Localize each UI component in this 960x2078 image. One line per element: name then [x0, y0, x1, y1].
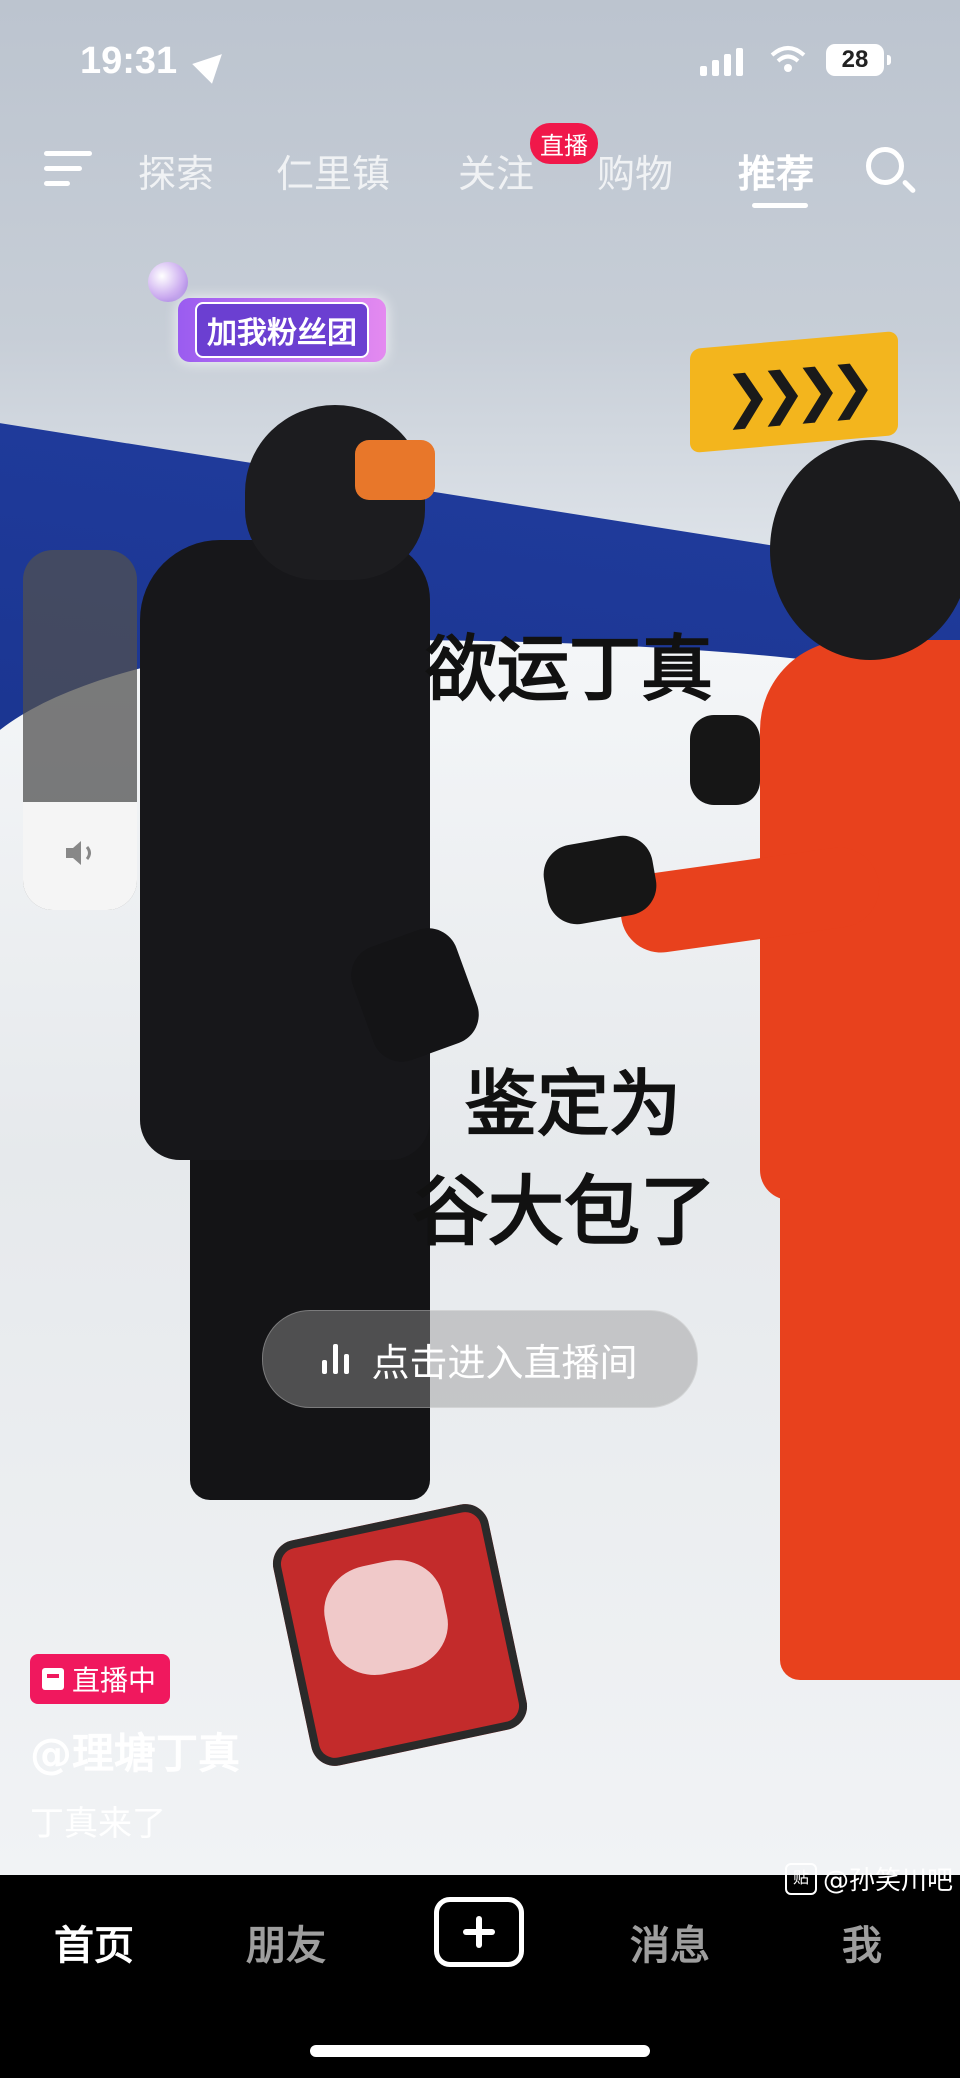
nav-home[interactable]: 首页 — [54, 1913, 134, 1971]
enter-live-label: 点击进入直播间 — [371, 1340, 638, 1385]
person-left-goggles — [355, 440, 435, 500]
nav-me[interactable]: 我 — [842, 1913, 882, 1971]
person-right-legs — [780, 1160, 960, 1680]
active-tab-indicator — [752, 203, 808, 208]
tab-following[interactable]: 关注 — [458, 143, 534, 198]
battery-icon: 28 — [826, 44, 891, 76]
video-caption: 丁真来了 — [30, 1804, 166, 1844]
video-player[interactable]: ❯❯❯❯ 加我粉丝团 欲运丁真 鉴定为 谷大包了 点击进入直播间 直播中 @理塘… — [0, 0, 960, 1875]
top-nav: 探索 仁里镇 关注 直播 购物 推荐 — [0, 123, 960, 208]
nav-friends[interactable]: 朋友 — [246, 1913, 326, 1971]
snowboard-red — [268, 1499, 532, 1771]
fan-club-label: 加我粉丝团 — [195, 302, 369, 358]
audio-bars-icon — [322, 1344, 350, 1374]
arrow-sign: ❯❯❯❯ — [690, 330, 898, 454]
tab-renli-town[interactable]: 仁里镇 — [276, 143, 390, 198]
shopping-bag-icon — [42, 1668, 64, 1690]
speaker-icon — [66, 841, 91, 865]
location-arrow-icon — [192, 44, 232, 84]
live-status-tag[interactable]: 直播中 — [30, 1654, 171, 1704]
tab-explore[interactable]: 探索 — [138, 143, 214, 198]
menu-icon[interactable] — [44, 149, 94, 189]
nav-messages[interactable]: 消息 — [630, 1913, 710, 1971]
disco-ball-icon — [148, 262, 188, 302]
person-right-glove-2 — [690, 715, 760, 805]
tab-recommended[interactable]: 推荐 — [738, 143, 814, 198]
tieba-logo-icon: 贴 — [785, 1862, 817, 1895]
watermark-text: @孙笑川吧 — [823, 1866, 954, 1896]
wifi-icon — [770, 46, 806, 72]
overlay-text-3: 谷大包了 — [412, 1167, 716, 1256]
home-indicator — [310, 2045, 650, 2057]
person-right-helmet — [770, 440, 960, 660]
bottom-nav: 首页 朋友 消息 我 — [0, 1875, 960, 2078]
tab-shopping[interactable]: 购物 — [597, 143, 673, 198]
fan-club-sticker[interactable]: 加我粉丝团 — [178, 298, 386, 362]
overlay-text-2: 鉴定为 — [465, 1062, 682, 1146]
volume-slider[interactable] — [23, 550, 137, 910]
cellular-signal-icon — [700, 48, 743, 76]
create-plus-button[interactable] — [434, 1897, 524, 1967]
person-left-body — [140, 540, 430, 1160]
enter-live-room-button[interactable]: 点击进入直播间 — [262, 1310, 698, 1408]
search-icon[interactable] — [866, 147, 904, 185]
live-tag-label: 直播中 — [72, 1664, 157, 1697]
live-badge: 直播 — [530, 123, 598, 164]
status-bar: 19:31 28 — [0, 40, 960, 90]
watermark: 贴 @孙笑川吧 — [785, 1860, 953, 1897]
overlay-text-1: 欲运丁真 — [425, 627, 714, 711]
creator-username[interactable]: @理塘丁真 — [30, 1720, 240, 1781]
clock: 19:31 — [80, 40, 178, 82]
